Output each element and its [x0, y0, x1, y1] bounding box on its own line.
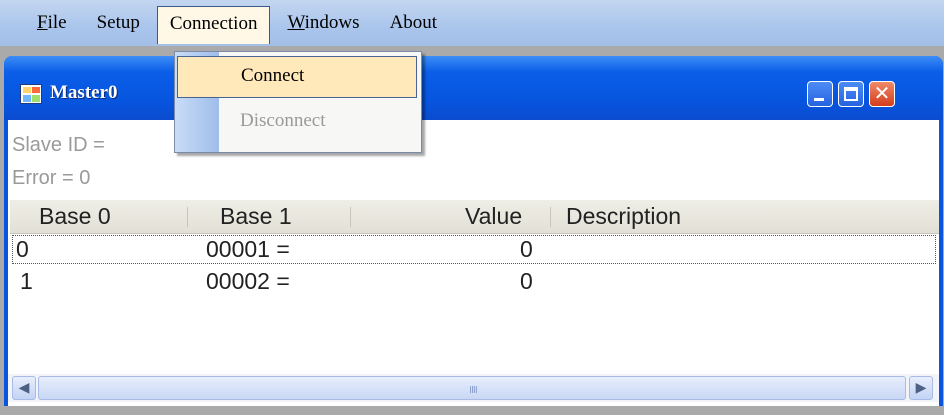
cell-base1: 00001 =	[206, 236, 290, 262]
column-divider[interactable]	[350, 207, 351, 227]
cell-base0: 1	[20, 268, 33, 294]
menu-setup[interactable]: Setup	[84, 5, 153, 41]
focus-rectangle	[12, 235, 936, 264]
scroll-left-icon[interactable]: ◀	[12, 376, 36, 400]
cell-base1: 00002 =	[206, 268, 290, 294]
menu-item-connect-label: Connect	[241, 65, 305, 86]
window-titlebar[interactable]: Master0 ✕	[4, 56, 943, 120]
cell-base0: 0	[16, 236, 29, 262]
slave-id-label: Slave ID =	[12, 134, 105, 156]
menu-item-connect[interactable]: Connect	[177, 56, 417, 98]
menu-item-disconnect-label: Disconnect	[240, 110, 326, 131]
column-header-description[interactable]: Description	[566, 203, 681, 230]
menu-windows[interactable]: Windows	[274, 5, 372, 41]
master-window: Master0 ✕ Slave ID = Error = 0 Base 0 Ba…	[4, 56, 943, 406]
maximize-icon	[844, 87, 858, 101]
list-row[interactable]: 0 00001 = 0	[10, 234, 939, 266]
column-divider[interactable]	[550, 207, 551, 227]
menu-connection[interactable]: Connection	[156, 5, 271, 44]
menu-file-mnemonic: F	[37, 12, 48, 33]
window-client-area: Slave ID = Error = 0 Base 0 Base 1 Value…	[8, 120, 939, 406]
menu-bar: File Setup Connection Windows About	[0, 0, 944, 46]
window-title: Master0	[50, 82, 118, 103]
menu-about[interactable]: About	[377, 5, 451, 41]
maximize-button[interactable]	[838, 81, 864, 107]
scroll-right-icon[interactable]: ▶	[909, 376, 933, 400]
app-window-icon[interactable]	[20, 84, 42, 104]
column-header-value[interactable]: Value	[465, 203, 522, 230]
menu-file[interactable]: File	[24, 5, 80, 41]
menu-file-label: ile	[47, 12, 67, 33]
connection-dropdown-menu: Connect Disconnect	[174, 51, 422, 153]
minimize-icon	[814, 98, 824, 101]
column-header-base1[interactable]: Base 1	[220, 203, 292, 230]
close-icon: ✕	[873, 81, 891, 105]
scrollbar-grip: IIII	[469, 385, 478, 396]
menu-item-disconnect[interactable]: Disconnect	[177, 102, 417, 144]
list-row[interactable]: 1 00002 = 0	[10, 266, 939, 298]
menu-windows-label: indows	[304, 12, 360, 33]
column-header-base0[interactable]: Base 0	[39, 203, 111, 230]
close-button[interactable]: ✕	[869, 81, 895, 107]
horizontal-scrollbar[interactable]: ◀ IIII ▶	[8, 374, 939, 402]
cell-value: 0	[520, 236, 533, 262]
column-divider[interactable]	[187, 207, 188, 227]
error-label: Error = 0	[12, 167, 91, 189]
menu-windows-mnemonic: W	[287, 12, 305, 33]
list-header: Base 0 Base 1 Value Description	[10, 200, 939, 234]
scrollbar-thumb[interactable]: IIII	[38, 376, 906, 400]
cell-value: 0	[520, 268, 533, 294]
minimize-button[interactable]	[807, 81, 833, 107]
